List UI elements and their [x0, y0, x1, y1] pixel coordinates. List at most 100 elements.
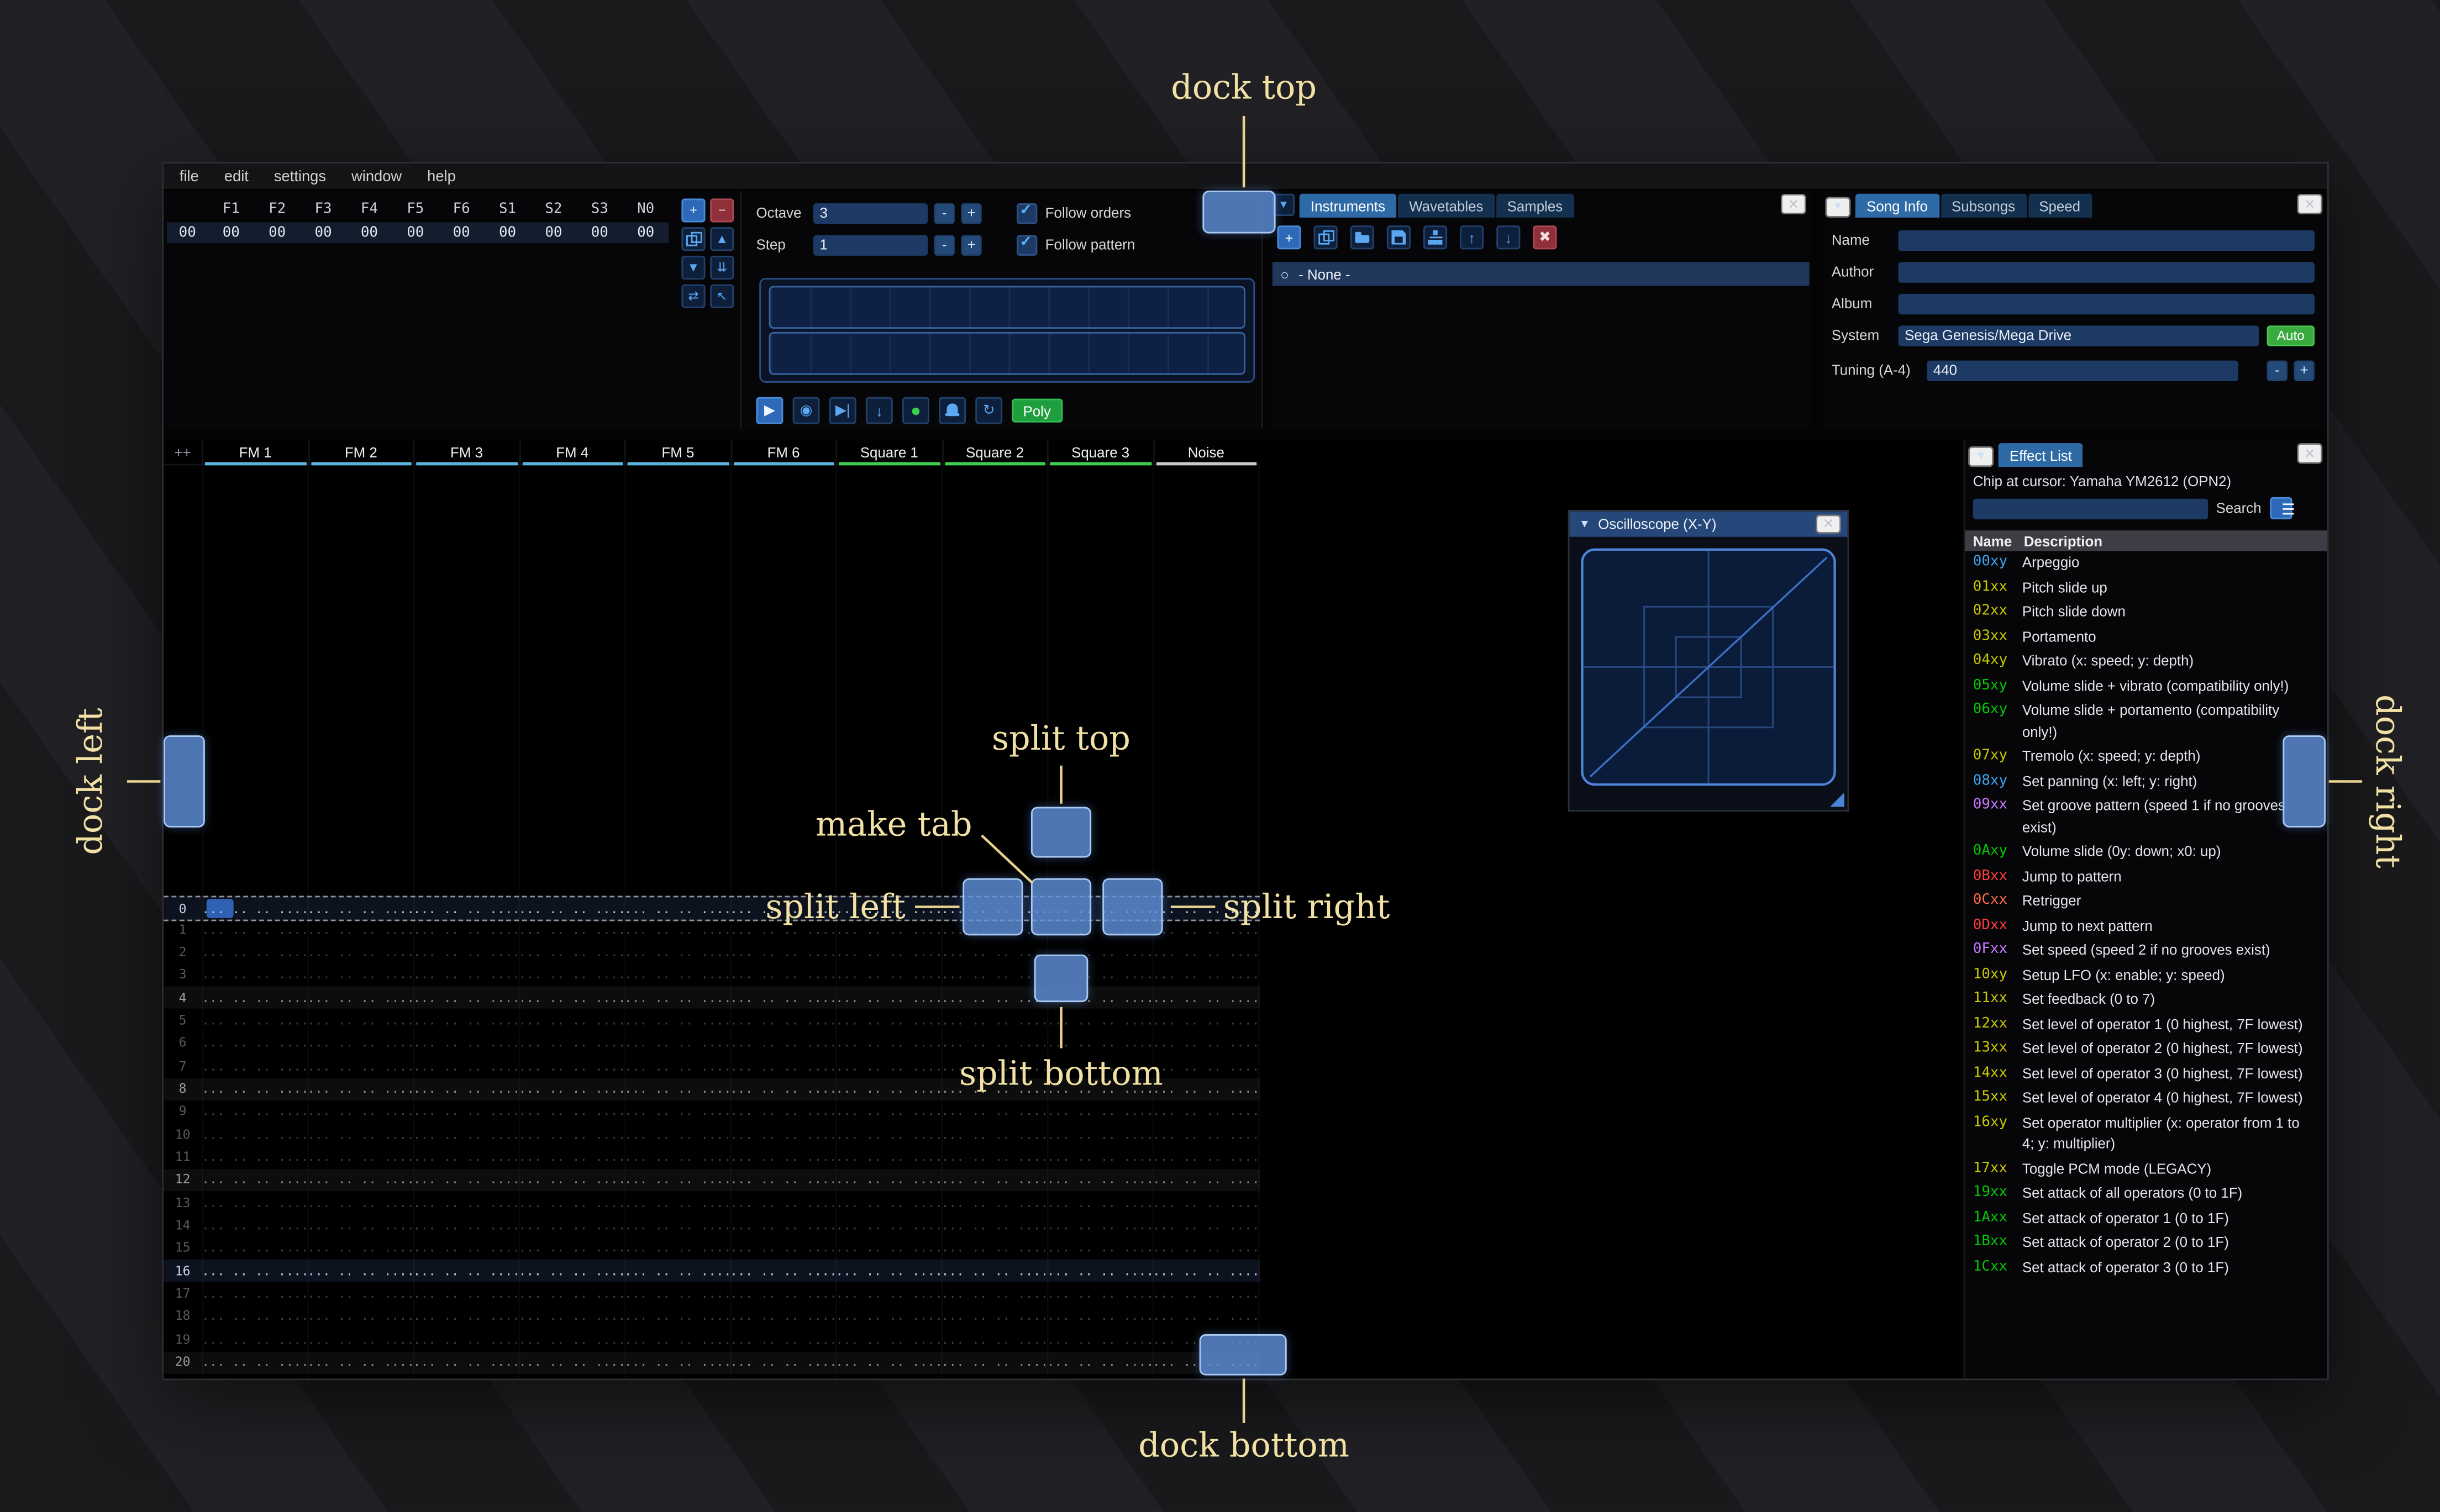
pattern-cell[interactable]: ... .. .. ....: [730, 1059, 835, 1073]
pattern-cell[interactable]: ... .. .. ....: [624, 1378, 730, 1379]
pattern-cell[interactable]: ... .. .. ....: [519, 1150, 624, 1165]
pattern-cell[interactable]: ... .. .. ....: [1047, 1332, 1153, 1346]
collapse-icon[interactable]: ▼: [1576, 514, 1594, 534]
pattern-cell[interactable]: ... .. .. ....: [624, 1059, 730, 1073]
pattern-cell[interactable]: ... .. .. ....: [1153, 1036, 1258, 1051]
pattern-cell[interactable]: ... .. .. ....: [1047, 1104, 1153, 1119]
pattern-cell[interactable]: ... .. .. ....: [519, 1059, 624, 1073]
pattern-cell[interactable]: ... .. .. ....: [307, 991, 413, 1005]
poly-mode-button[interactable]: Poly: [1012, 398, 1062, 423]
tab-list-dropdown-button[interactable]: ▼: [1272, 193, 1295, 216]
pattern-cell[interactable]: ... .. .. ....: [413, 1104, 519, 1119]
pattern-cell[interactable]: ... .. .. ....: [730, 1355, 835, 1369]
pattern-cell[interactable]: ... .. .. ....: [730, 968, 835, 982]
pattern-cell[interactable]: ... .. .. ....: [941, 991, 1047, 1005]
change-all-orders-button[interactable]: ⇄: [681, 284, 706, 308]
collapse-icon[interactable]: ▼: [1968, 446, 1994, 467]
pattern-cell[interactable]: ... .. .. ....: [307, 1014, 413, 1028]
dock-target-make-tab[interactable]: [1030, 878, 1092, 936]
pattern-cell[interactable]: ... .. .. ....: [624, 968, 730, 982]
pattern-cell[interactable]: ... .. .. ....: [835, 1332, 941, 1346]
pattern-cell[interactable]: ... .. .. ....: [624, 1355, 730, 1369]
tab-samples[interactable]: Samples: [1496, 193, 1574, 218]
pattern-cell[interactable]: ... .. .. ....: [202, 1378, 307, 1379]
pattern-cell[interactable]: ... .. .. ....: [413, 1036, 519, 1051]
pattern-cell[interactable]: ... .. .. ....: [519, 923, 624, 937]
menu-item-window[interactable]: window: [351, 167, 402, 185]
pattern-cell[interactable]: ... .. .. ....: [730, 1218, 835, 1232]
move-order-up-button[interactable]: ▲: [710, 227, 734, 251]
pattern-cell[interactable]: ... .. .. ....: [835, 945, 941, 960]
pattern-cell[interactable]: ... .. .. ....: [519, 1378, 624, 1379]
pattern-cell[interactable]: ... .. .. ....: [624, 1173, 730, 1187]
pattern-cell[interactable]: ... .. .. ....: [941, 1241, 1047, 1256]
oscilloscope-close-button[interactable]: ×: [1816, 514, 1842, 534]
play-button[interactable]: ▶: [756, 397, 783, 424]
pattern-cell[interactable]: ... .. .. ....: [941, 968, 1047, 982]
pattern-cell[interactable]: ... .. .. ....: [730, 1332, 835, 1346]
step-decrease-button[interactable]: -: [934, 234, 955, 255]
pattern-cell[interactable]: ... .. .. ....: [624, 1309, 730, 1324]
pattern-cell[interactable]: ... .. .. ....: [1153, 968, 1258, 982]
pattern-cell[interactable]: ... .. .. ....: [307, 945, 413, 960]
order-cell-S1[interactable]: 00: [485, 223, 530, 243]
pattern-cell[interactable]: ... .. .. ....: [941, 1104, 1047, 1119]
move-order-down-button[interactable]: ▼: [681, 255, 706, 280]
dock-target-right[interactable]: [2283, 735, 2326, 828]
pattern-cell[interactable]: ... .. .. ....: [624, 1082, 730, 1096]
pattern-cell[interactable]: ... .. .. ....: [202, 991, 307, 1005]
pattern-cell[interactable]: ... .. .. ....: [413, 1218, 519, 1232]
pattern-cell[interactable]: ... .. .. ....: [624, 1287, 730, 1301]
pattern-cell[interactable]: ... .. .. ....: [941, 1287, 1047, 1301]
step-increase-button[interactable]: +: [961, 234, 982, 255]
delete-instrument-button[interactable]: ✖: [1533, 225, 1557, 250]
pattern-cell[interactable]: ... .. .. ....: [307, 1195, 413, 1210]
pattern-cell[interactable]: ... .. .. ....: [1153, 1287, 1258, 1301]
pattern-cell[interactable]: ... .. .. ....: [1153, 1241, 1258, 1256]
channel-header-fm-3[interactable]: FM 3: [413, 440, 519, 466]
pattern-cell[interactable]: ... .. .. ....: [1153, 991, 1258, 1005]
pattern-cell[interactable]: ... .. .. ....: [307, 1309, 413, 1324]
pattern-cell[interactable]: ... .. .. ....: [519, 902, 624, 916]
pattern-cell[interactable]: ... .. .. ....: [413, 945, 519, 960]
pattern-cell[interactable]: ... .. .. ....: [1153, 1104, 1258, 1119]
pattern-cell[interactable]: ... .. .. ....: [1047, 1036, 1153, 1051]
tab-subsongs[interactable]: Subsongs: [1940, 193, 2027, 218]
pattern-cell[interactable]: ... .. .. ....: [202, 902, 307, 916]
pattern-cell[interactable]: ... .. .. ....: [1047, 1128, 1153, 1142]
pattern-cell[interactable]: ... .. .. ....: [519, 1104, 624, 1119]
pattern-cell[interactable]: ... .. .. ....: [835, 1059, 941, 1073]
instruments-close-button[interactable]: ×: [1780, 193, 1806, 215]
pattern-cell[interactable]: ... .. .. ....: [1153, 1128, 1258, 1142]
pattern-cell[interactable]: ... .. .. ....: [413, 1059, 519, 1073]
edit-record-button[interactable]: ●: [902, 397, 929, 424]
pattern-cell[interactable]: ... .. .. ....: [730, 945, 835, 960]
pattern-cell[interactable]: ... .. .. ....: [1153, 1218, 1258, 1232]
pattern-cell[interactable]: ... .. .. ....: [941, 1378, 1047, 1379]
tab-speed[interactable]: Speed: [2028, 193, 2092, 218]
pattern-cell[interactable]: ... .. .. ....: [1047, 1287, 1153, 1301]
dock-target-split-top[interactable]: [1030, 807, 1092, 858]
pattern-cell[interactable]: ... .. .. ....: [1153, 1378, 1258, 1379]
pattern-cell[interactable]: ... .. .. ....: [202, 1173, 307, 1187]
pattern-cell[interactable]: ... .. .. ....: [202, 1355, 307, 1369]
pattern-cell[interactable]: ... .. .. ....: [413, 1355, 519, 1369]
order-edit-mode-button[interactable]: ↖: [710, 284, 734, 308]
channel-header-noise[interactable]: Noise: [1152, 440, 1258, 466]
pattern-cell[interactable]: ... .. .. ....: [835, 1128, 941, 1142]
pattern-cell[interactable]: ... .. .. ....: [730, 1036, 835, 1051]
repeat-pattern-button[interactable]: ↻: [975, 397, 1003, 424]
order-cell-F6[interactable]: 00: [439, 223, 485, 243]
pattern-cell[interactable]: ... .. .. ....: [307, 923, 413, 937]
pattern-cell[interactable]: ... .. .. ....: [307, 1036, 413, 1051]
duplicate-instrument-button[interactable]: [1313, 225, 1338, 250]
pattern-cell[interactable]: ... .. .. ....: [202, 1104, 307, 1119]
tab-instruments[interactable]: Instruments: [1299, 193, 1397, 218]
play-from-cursor-button[interactable]: ↓: [865, 397, 893, 424]
pattern-cell[interactable]: ... .. .. ....: [1047, 1150, 1153, 1165]
pattern-cell[interactable]: ... .. .. ....: [202, 923, 307, 937]
pattern-cell[interactable]: ... .. .. ....: [835, 1150, 941, 1165]
pattern-cell[interactable]: ... .. .. ....: [1047, 1241, 1153, 1256]
tuning-input[interactable]: [1927, 360, 2238, 381]
octave-input[interactable]: [813, 202, 928, 223]
